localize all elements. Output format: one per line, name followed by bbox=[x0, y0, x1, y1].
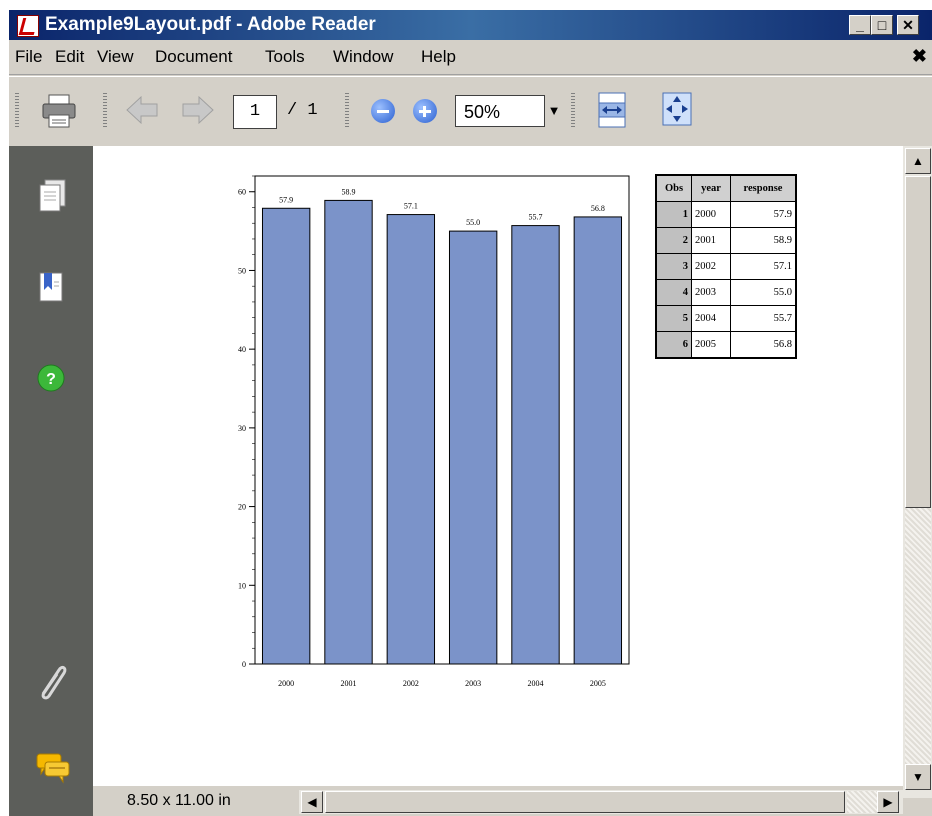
print-icon[interactable] bbox=[41, 93, 77, 129]
scroll-down-button[interactable]: ▼ bbox=[905, 764, 931, 790]
bar bbox=[448, 230, 498, 665]
previous-page-icon[interactable] bbox=[125, 95, 159, 125]
table-row: 2 2001 58.9 bbox=[655, 227, 797, 254]
app-window: Example9Layout.pdf - Adobe Reader _ □ ✕ … bbox=[8, 10, 932, 816]
scroll-thumb[interactable] bbox=[905, 176, 931, 508]
close-document-icon[interactable]: ✖ bbox=[912, 46, 927, 67]
x-tick-label: 2001 bbox=[341, 679, 357, 688]
svg-text:?: ? bbox=[46, 371, 56, 388]
minimize-button[interactable]: _ bbox=[849, 15, 871, 35]
attachments-icon[interactable] bbox=[33, 660, 69, 702]
table-header-year: year bbox=[691, 174, 731, 202]
bar bbox=[324, 199, 373, 665]
navigation-pane: ? bbox=[9, 146, 93, 816]
adobe-reader-icon bbox=[17, 15, 39, 37]
fit-page-icon[interactable] bbox=[661, 91, 693, 127]
document-area[interactable]: 0 10 20 30 40 50 60 57.9 2000 58.9 2001 57.1 2002 55.… bbox=[93, 146, 903, 786]
y-tick-label: 40 bbox=[238, 345, 246, 354]
horizontal-scrollbar[interactable]: ◀ ▶ bbox=[299, 790, 903, 814]
bar bbox=[261, 207, 311, 665]
data-table: Obs year response 1 2000 57.9 2 2001 58.9 32… bbox=[655, 174, 797, 359]
zoom-level-input[interactable]: 50% bbox=[455, 95, 545, 127]
y-tick-label: 50 bbox=[238, 266, 246, 275]
table-row: 4 2003 55.0 bbox=[655, 279, 797, 306]
scroll-right-button[interactable]: ▶ bbox=[877, 791, 899, 813]
toolbar-grip[interactable] bbox=[103, 91, 107, 127]
plot-frame bbox=[254, 175, 630, 665]
data-label: 55.7 bbox=[529, 213, 543, 222]
menu-tools[interactable]: Tools bbox=[265, 47, 305, 67]
pages-icon[interactable] bbox=[37, 178, 67, 214]
menu-bar: File Edit View Document Tools Window Hel… bbox=[9, 40, 932, 75]
bar bbox=[573, 216, 623, 665]
table-row: 3 2002 57.1 bbox=[655, 253, 797, 280]
y-tick-label: 20 bbox=[238, 503, 246, 512]
horizontal-scroll-track bbox=[847, 791, 877, 813]
data-label: 55.0 bbox=[466, 218, 480, 227]
toolbar: 1 / 1 50% ▼ bbox=[9, 76, 932, 145]
scroll-track bbox=[905, 508, 931, 764]
table-row: 1 2000 57.9 bbox=[655, 201, 797, 228]
data-label: 57.9 bbox=[279, 195, 293, 204]
bookmarks-icon[interactable] bbox=[37, 270, 67, 306]
y-tick-label: 60 bbox=[238, 188, 246, 197]
table-row: 5 2004 55.7 bbox=[655, 305, 797, 332]
x-tick-label: 2000 bbox=[278, 679, 294, 688]
page-size-label: 8.50 x 11.00 in bbox=[127, 792, 231, 809]
zoom-in-icon[interactable] bbox=[413, 99, 437, 123]
data-label: 56.8 bbox=[591, 204, 605, 213]
menu-help[interactable]: Help bbox=[421, 47, 456, 67]
y-tick-label: 30 bbox=[238, 424, 246, 433]
bar bbox=[511, 225, 560, 665]
y-tick-label: 0 bbox=[242, 660, 246, 669]
x-tick-label: 2002 bbox=[403, 679, 419, 688]
comments-icon[interactable] bbox=[33, 750, 73, 786]
menu-window[interactable]: Window bbox=[333, 47, 393, 67]
page-total: / 1 bbox=[287, 101, 318, 120]
menu-view[interactable]: View bbox=[97, 47, 134, 67]
scroll-left-button[interactable]: ◀ bbox=[301, 791, 323, 813]
data-label: 58.9 bbox=[342, 187, 356, 196]
toolbar-grip[interactable] bbox=[571, 91, 575, 127]
fit-width-icon[interactable] bbox=[597, 91, 627, 129]
menu-edit[interactable]: Edit bbox=[55, 47, 84, 67]
table-row: 6 2005 56.8 bbox=[655, 331, 797, 359]
table-header-obs: Obs bbox=[655, 174, 692, 202]
menu-file[interactable]: File bbox=[15, 47, 42, 67]
x-tick-label: 2005 bbox=[590, 679, 606, 688]
page-number-input[interactable]: 1 bbox=[233, 95, 277, 129]
title-bar[interactable]: Example9Layout.pdf - Adobe Reader _ □ ✕ bbox=[9, 10, 932, 40]
zoom-out-icon[interactable] bbox=[371, 99, 395, 123]
maximize-button[interactable]: □ bbox=[871, 15, 893, 35]
next-page-icon[interactable] bbox=[181, 95, 215, 125]
help-icon[interactable]: ? bbox=[35, 362, 67, 394]
bar bbox=[386, 214, 436, 665]
toolbar-grip[interactable] bbox=[15, 91, 19, 127]
table-header-response: response bbox=[730, 174, 797, 202]
toolbar-grip[interactable] bbox=[345, 91, 349, 127]
chevron-down-icon[interactable]: ▼ bbox=[545, 95, 563, 127]
data-label: 57.1 bbox=[404, 202, 418, 211]
close-button[interactable]: ✕ bbox=[897, 15, 919, 35]
x-tick-label: 2004 bbox=[528, 679, 544, 688]
bar-chart: 0 10 20 30 40 50 60 57.9 2000 58.9 2001 57.1 2002 55.… bbox=[238, 175, 630, 688]
vertical-scrollbar[interactable]: ▲ ▼ bbox=[903, 146, 932, 798]
window-title: Example9Layout.pdf - Adobe Reader bbox=[45, 14, 376, 35]
scroll-up-button[interactable]: ▲ bbox=[905, 148, 931, 174]
y-tick-label: 10 bbox=[238, 581, 246, 590]
menu-document[interactable]: Document bbox=[155, 47, 232, 67]
horizontal-scroll-thumb[interactable] bbox=[325, 791, 845, 813]
x-tick-label: 2003 bbox=[465, 679, 481, 688]
